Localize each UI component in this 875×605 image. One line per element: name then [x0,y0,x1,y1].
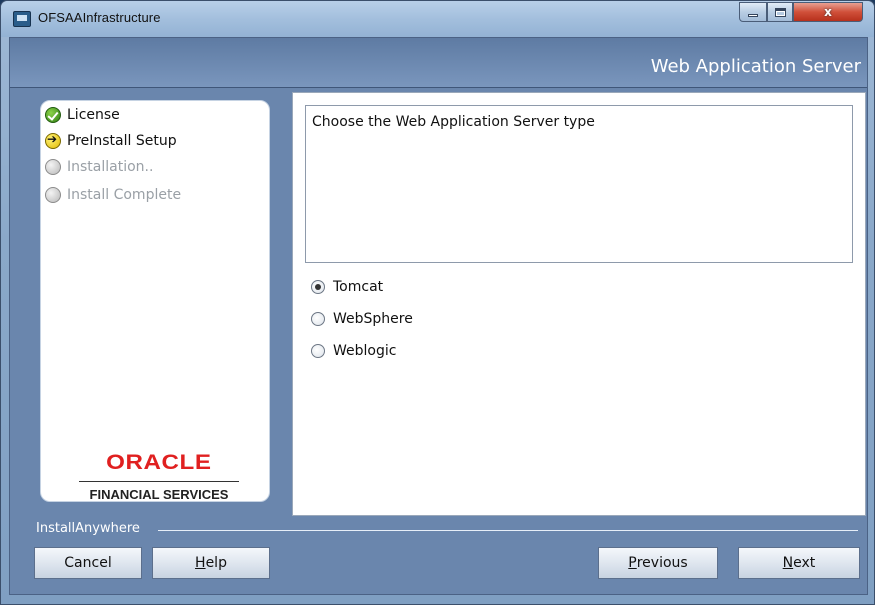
close-icon: x [824,5,832,19]
next-button[interactable]: Next [738,547,860,579]
help-label: elp [205,555,227,571]
step-label: License [67,107,120,123]
main-panel: Choose the Web Application Server type T… [292,92,866,516]
option-label[interactable]: WebSphere [333,311,413,327]
footer-label: InstallAnywhere [36,521,140,536]
option-weblogic[interactable]: Weblogic [311,341,396,361]
pending-icon [45,159,61,175]
help-button[interactable]: Help [152,547,270,579]
step-license: License [45,105,120,125]
header-band: Web Application Server [10,38,867,88]
window-title: OFSAAInfrastructure [38,10,161,25]
logo-brand: ORACLE [106,451,212,474]
cancel-label: Cancel [64,555,112,571]
oracle-logo: ORACLE FINANCIAL SERVICES [79,451,239,502]
option-websphere[interactable]: WebSphere [311,309,413,329]
client-area: Web Application Server License PreInstal… [9,37,868,595]
arrow-icon [45,132,61,149]
previous-button[interactable]: Previous [598,547,718,579]
close-button[interactable]: x [793,2,863,22]
check-icon [45,107,61,123]
step-label: Installation.. [67,159,154,175]
logo-divider [79,481,239,482]
step-label: Install Complete [67,187,182,203]
step-installation: Installation.. [45,157,153,177]
cancel-button[interactable]: Cancel [34,547,142,579]
option-label[interactable]: Weblogic [333,343,396,359]
title-bar[interactable]: OFSAAInfrastructure x [1,1,874,37]
radio-button-checked[interactable] [311,280,325,294]
next-label: ext [793,555,816,571]
radio-button[interactable] [311,312,325,326]
app-icon [13,11,31,27]
description-box: Choose the Web Application Server type [305,105,853,263]
description-text: Choose the Web Application Server type [312,114,595,130]
footer-divider [158,530,858,531]
help-accel: H [195,555,206,571]
step-install-complete: Install Complete [45,185,181,205]
maximize-icon [774,7,786,17]
next-accel: N [782,555,794,571]
previous-accel: P [628,555,637,571]
maximize-button[interactable] [767,2,793,22]
logo-subtitle: FINANCIAL SERVICES [89,487,229,502]
steps-panel: License PreInstall Setup Installation.. … [40,100,270,502]
page-title: Web Application Server [650,56,861,77]
step-preinstall-setup: PreInstall Setup [45,131,177,151]
option-tomcat[interactable]: Tomcat [311,277,383,297]
step-label: PreInstall Setup [67,133,177,149]
previous-label: revious [636,555,688,571]
minimize-button[interactable] [739,2,767,22]
radio-button[interactable] [311,344,325,358]
pending-icon [45,187,61,203]
minimize-icon [748,14,758,17]
option-label[interactable]: Tomcat [333,279,383,295]
installer-window: OFSAAInfrastructure x Web Application Se… [0,0,875,605]
